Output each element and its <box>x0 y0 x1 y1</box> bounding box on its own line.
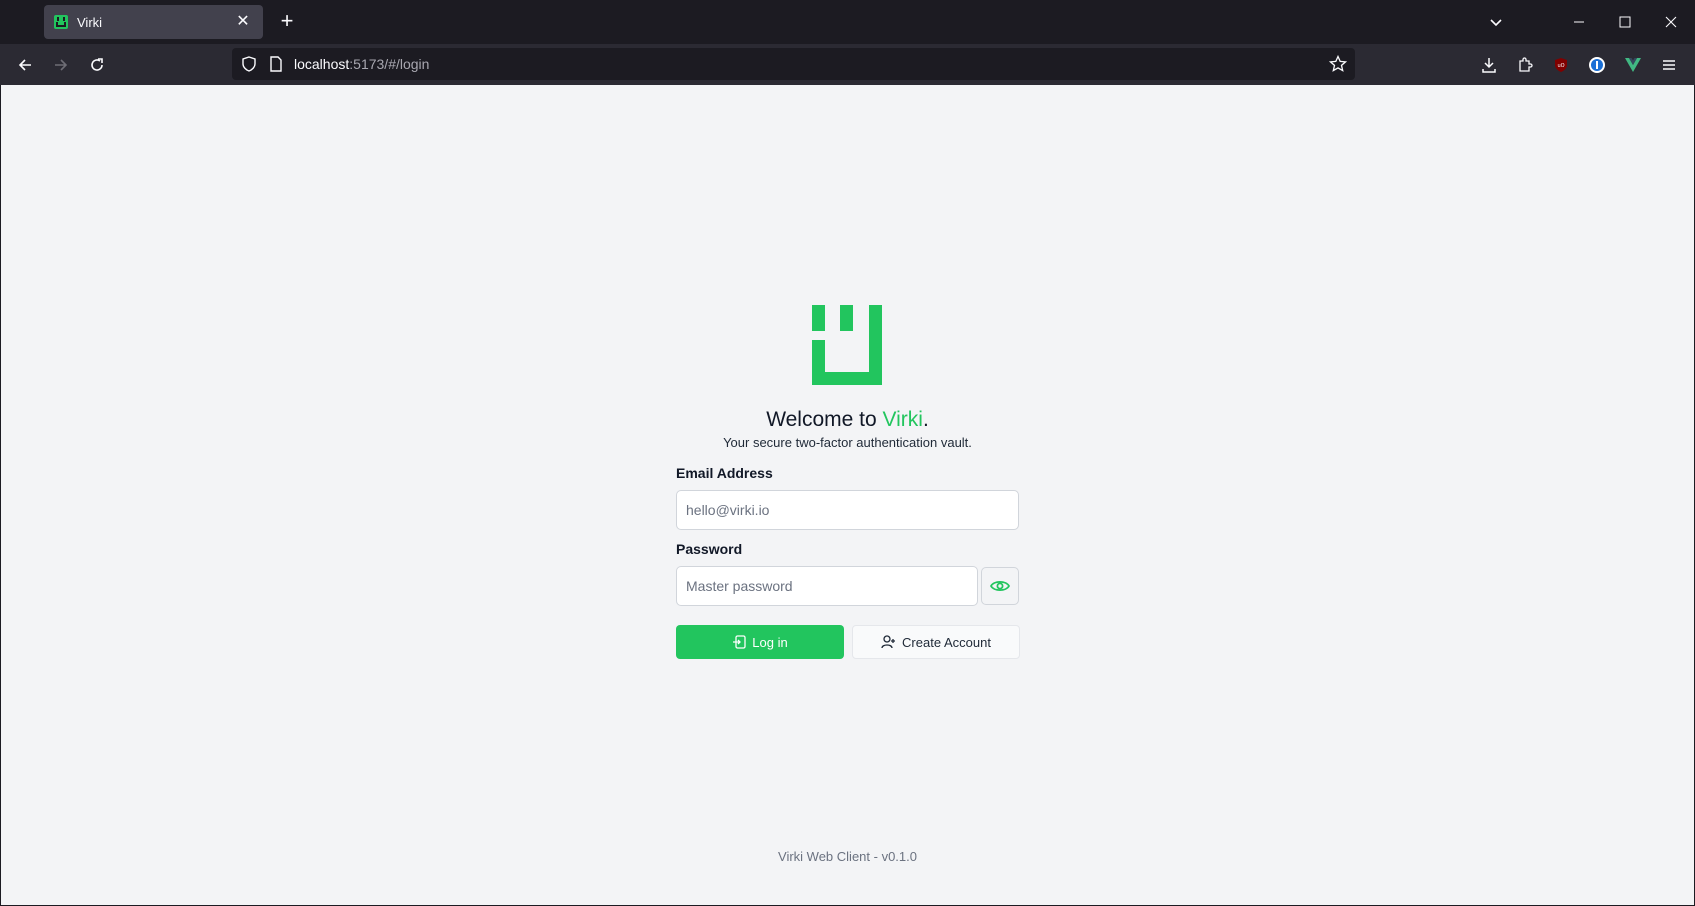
page-icon[interactable] <box>269 56 283 77</box>
menu-hamburger-icon[interactable] <box>1654 50 1684 80</box>
add-user-icon <box>881 635 896 649</box>
virki-favicon-icon <box>54 15 68 29</box>
tab-virki[interactable]: Virki ✕ <box>44 5 263 39</box>
close-icon[interactable]: ✕ <box>233 12 253 32</box>
brand-name: Virki <box>882 408 923 431</box>
virki-logo-icon <box>812 305 882 385</box>
extensions-puzzle-icon[interactable] <box>1510 50 1540 80</box>
plus-icon[interactable]: + <box>275 10 299 34</box>
tab-title: Virki <box>77 14 103 30</box>
url-host: localhost <box>294 56 350 72</box>
url-text: localhost:5173/#/login <box>294 56 429 72</box>
page-title: Welcome to Virki. <box>1 408 1694 432</box>
create-account-button-label: Create Account <box>902 634 991 650</box>
login-page: Welcome to Virki. Your secure two-factor… <box>1 85 1694 905</box>
vue-devtools-icon[interactable] <box>1618 50 1648 80</box>
welcome-suffix: . <box>922 408 929 431</box>
create-account-button[interactable]: Create Account <box>852 625 1020 659</box>
email-field[interactable] <box>676 490 1019 530</box>
minimize-icon[interactable] <box>1565 8 1593 36</box>
bookmark-star-icon[interactable] <box>1328 54 1348 78</box>
tagline: Your secure two-factor authentication va… <box>723 435 972 450</box>
eye-icon <box>990 580 1010 592</box>
address-bar[interactable]: localhost:5173/#/login <box>232 48 1355 80</box>
login-icon <box>733 635 746 649</box>
download-icon[interactable] <box>1474 50 1504 80</box>
svg-text:uO: uO <box>1557 63 1564 69</box>
forward-arrow-icon[interactable] <box>46 50 76 80</box>
toggle-password-visibility-button[interactable] <box>981 567 1019 605</box>
window-close-icon[interactable] <box>1657 8 1685 36</box>
back-arrow-icon[interactable] <box>10 50 40 80</box>
login-button-label: Log in <box>752 634 788 650</box>
login-button[interactable]: Log in <box>676 625 844 659</box>
tab-bar: Virki ✕ + <box>0 0 1695 44</box>
chevron-down-icon[interactable] <box>1482 8 1510 36</box>
reload-icon[interactable] <box>82 50 112 80</box>
shield-icon[interactable] <box>241 56 257 77</box>
password-manager-icon[interactable] <box>1582 50 1612 80</box>
footer-version: Virki Web Client - v0.1.0 <box>778 849 917 864</box>
ublock-origin-icon[interactable]: uO <box>1546 50 1576 80</box>
password-field[interactable] <box>676 566 978 606</box>
maximize-icon[interactable] <box>1611 8 1639 36</box>
url-path: :5173/#/login <box>349 56 430 72</box>
email-label: Email Address <box>676 465 773 481</box>
welcome-prefix: Welcome to <box>766 408 883 431</box>
navigation-toolbar: localhost:5173/#/login uO <box>0 44 1695 85</box>
password-label: Password <box>676 541 743 557</box>
